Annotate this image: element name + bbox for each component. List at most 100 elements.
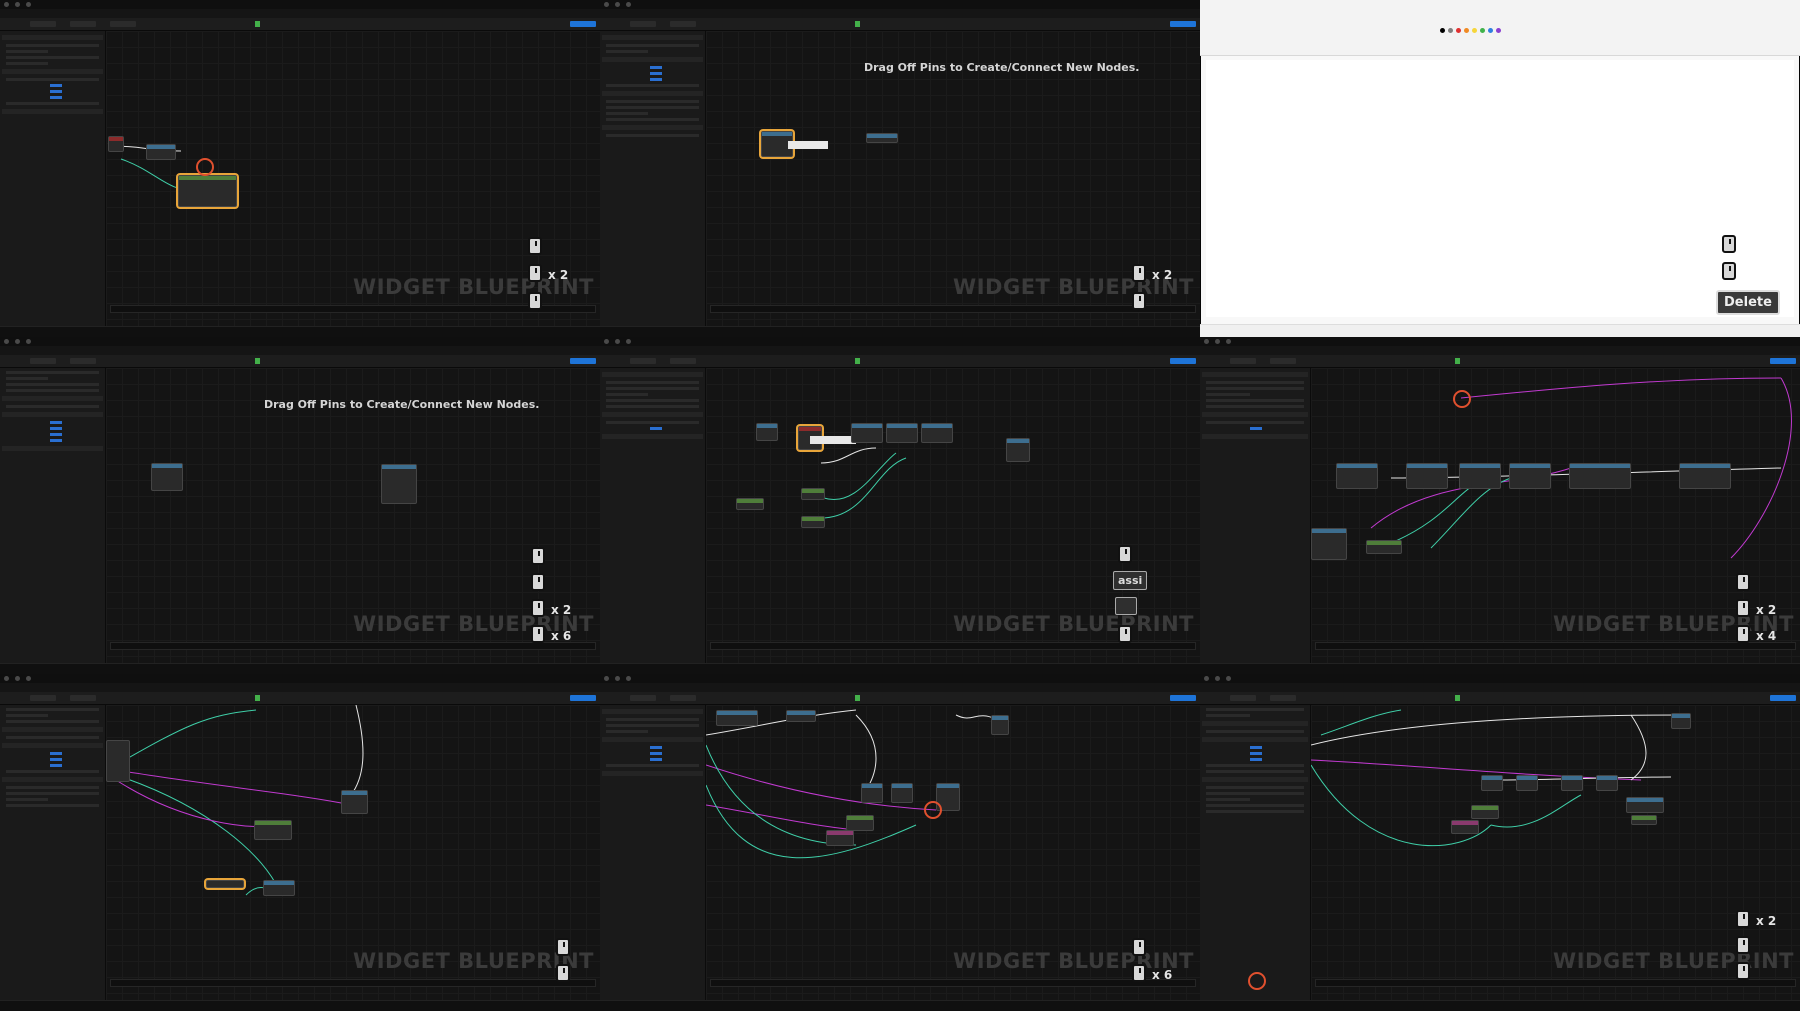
search-bar[interactable] — [1315, 642, 1796, 650]
toolbar-button[interactable] — [670, 695, 696, 701]
toolbar-button[interactable] — [1230, 695, 1256, 701]
toolbar-button[interactable] — [70, 695, 96, 701]
search-bar[interactable] — [110, 979, 596, 987]
accent-button[interactable] — [1770, 358, 1796, 364]
typewriter-graph[interactable]: WIDGET BLUEPRINT — [706, 705, 1200, 1001]
function-node[interactable] — [991, 715, 1009, 735]
function-node[interactable] — [254, 820, 292, 840]
color-swatch[interactable] — [1440, 28, 1445, 33]
play-icon[interactable] — [255, 695, 260, 701]
search-bar[interactable] — [710, 979, 1196, 987]
variable-node[interactable] — [736, 498, 764, 510]
function-node[interactable] — [861, 783, 883, 803]
play-icon[interactable] — [1455, 695, 1460, 701]
function-node[interactable] — [716, 710, 758, 726]
function-node[interactable] — [886, 423, 918, 443]
paint-canvas[interactable] — [1206, 60, 1794, 317]
accent-button[interactable] — [570, 695, 596, 701]
function-node[interactable] — [341, 790, 368, 814]
function-node[interactable] — [1481, 775, 1503, 791]
search-bar[interactable] — [710, 305, 1196, 313]
typewriter-graph[interactable]: WIDGET BLUEPRINT — [1311, 368, 1800, 664]
event-node[interactable] — [108, 136, 124, 152]
variable-node[interactable] — [1451, 820, 1479, 834]
function-node[interactable] — [891, 783, 913, 803]
function-node[interactable] — [866, 133, 898, 143]
function-node[interactable] — [1006, 438, 1030, 462]
toolbar-button[interactable] — [630, 21, 656, 27]
variable-node[interactable] — [801, 516, 825, 528]
typewriter-graph[interactable]: WIDGET BLUEPRINT — [706, 368, 1200, 664]
set-node[interactable] — [263, 880, 295, 896]
toolbar-button[interactable] — [670, 21, 696, 27]
accent-button[interactable] — [1770, 695, 1796, 701]
function-node[interactable] — [1569, 463, 1631, 489]
menu-bar[interactable] — [0, 346, 600, 355]
color-swatch[interactable] — [1488, 28, 1493, 33]
variable-node[interactable] — [1631, 815, 1657, 825]
color-swatch[interactable] — [1480, 28, 1485, 33]
function-node[interactable] — [1459, 463, 1501, 489]
variable-node[interactable] — [801, 488, 825, 500]
play-icon[interactable] — [255, 358, 260, 364]
function-node[interactable] — [1516, 775, 1538, 791]
play-icon[interactable] — [855, 358, 860, 364]
menu-bar[interactable] — [1200, 346, 1800, 355]
function-node[interactable] — [1671, 713, 1691, 729]
play-icon[interactable] — [855, 695, 860, 701]
accent-button[interactable] — [1170, 358, 1196, 364]
play-icon[interactable] — [855, 21, 860, 27]
color-swatch[interactable] — [1496, 28, 1501, 33]
toolbar-button[interactable] — [1270, 358, 1296, 364]
accent-button[interactable] — [1170, 21, 1196, 27]
accent-button[interactable] — [570, 358, 596, 364]
menu-bar[interactable] — [600, 683, 1200, 692]
variable-node[interactable] — [1471, 805, 1499, 819]
function-node[interactable] — [1509, 463, 1551, 489]
toolbar-button[interactable] — [630, 695, 656, 701]
function-node[interactable] — [1406, 463, 1448, 489]
color-swatch[interactable] — [1456, 28, 1461, 33]
variable-node[interactable] — [1366, 540, 1402, 554]
search-bar[interactable] — [710, 642, 1196, 650]
search-bar[interactable] — [110, 642, 596, 650]
menu-bar[interactable] — [0, 9, 600, 18]
menu-bar[interactable] — [1200, 683, 1800, 692]
toolbar-button[interactable] — [110, 21, 136, 27]
color-swatch[interactable] — [1472, 28, 1477, 33]
variable-node[interactable] — [106, 740, 130, 782]
variable-node[interactable] — [826, 830, 854, 846]
function-node[interactable] — [381, 464, 417, 504]
event-graph[interactable]: WIDGET BLUEPRINT — [106, 31, 600, 327]
typewriter-graph[interactable]: WIDGET BLUEPRINT — [106, 705, 600, 1001]
menu-bar[interactable] — [600, 9, 1200, 18]
typewriter-graph[interactable]: Drag Off Pins to Create/Connect New Node… — [706, 31, 1200, 327]
variable-node[interactable] — [756, 423, 778, 441]
selected-node[interactable] — [178, 175, 237, 207]
toolbar-button[interactable] — [70, 21, 96, 27]
accent-button[interactable] — [1170, 695, 1196, 701]
variable-node[interactable] — [846, 815, 874, 831]
function-node[interactable] — [1679, 463, 1731, 489]
search-bar[interactable] — [1315, 979, 1796, 987]
selected-node[interactable] — [206, 880, 244, 888]
toolbar-button[interactable] — [30, 695, 56, 701]
typewriter-graph[interactable]: WIDGET BLUEPRINT — [1311, 705, 1800, 1001]
toolbar-button[interactable] — [30, 358, 56, 364]
toolbar-button[interactable] — [1230, 358, 1256, 364]
function-node[interactable] — [786, 710, 816, 722]
toolbar-button[interactable] — [1270, 695, 1296, 701]
toolbar-button[interactable] — [70, 358, 96, 364]
toolbar-button[interactable] — [670, 358, 696, 364]
search-bar[interactable] — [110, 305, 596, 313]
event-node[interactable] — [151, 463, 183, 491]
toolbar-button[interactable] — [30, 21, 56, 27]
function-node[interactable] — [851, 423, 883, 443]
function-node[interactable] — [1336, 463, 1378, 489]
color-swatch[interactable] — [1464, 28, 1469, 33]
color-swatch[interactable] — [1448, 28, 1453, 33]
menu-bar[interactable] — [0, 683, 600, 692]
function-node[interactable] — [921, 423, 953, 443]
accent-button[interactable] — [570, 21, 596, 27]
function-node[interactable] — [1596, 775, 1618, 791]
